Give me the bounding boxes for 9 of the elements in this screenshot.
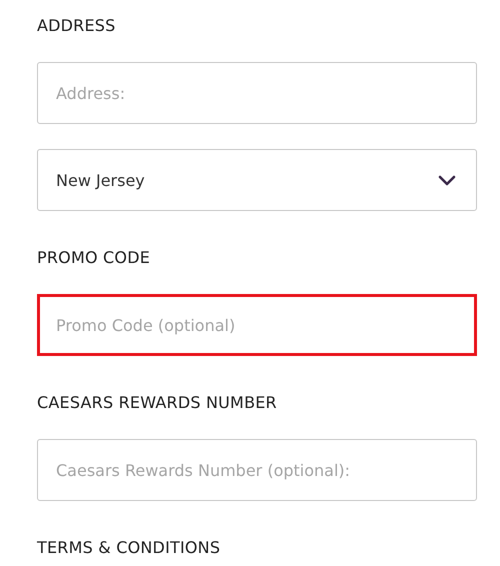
section-heading: PROMO CODE	[37, 248, 152, 268]
section-heading: CAESARS REWARDS NUMBER	[37, 393, 278, 413]
input-field[interactable]: Address:	[37, 62, 477, 124]
section-heading: TERMS & CONDITIONS	[37, 538, 222, 558]
state-dropdown[interactable]: New Jersey	[37, 149, 477, 211]
chevron-down-icon	[438, 174, 456, 186]
section-heading: ADDRESS	[37, 16, 117, 36]
input-field[interactable]: Promo Code (optional)	[37, 294, 477, 356]
input-field[interactable]: Caesars Rewards Number (optional):	[37, 439, 477, 501]
